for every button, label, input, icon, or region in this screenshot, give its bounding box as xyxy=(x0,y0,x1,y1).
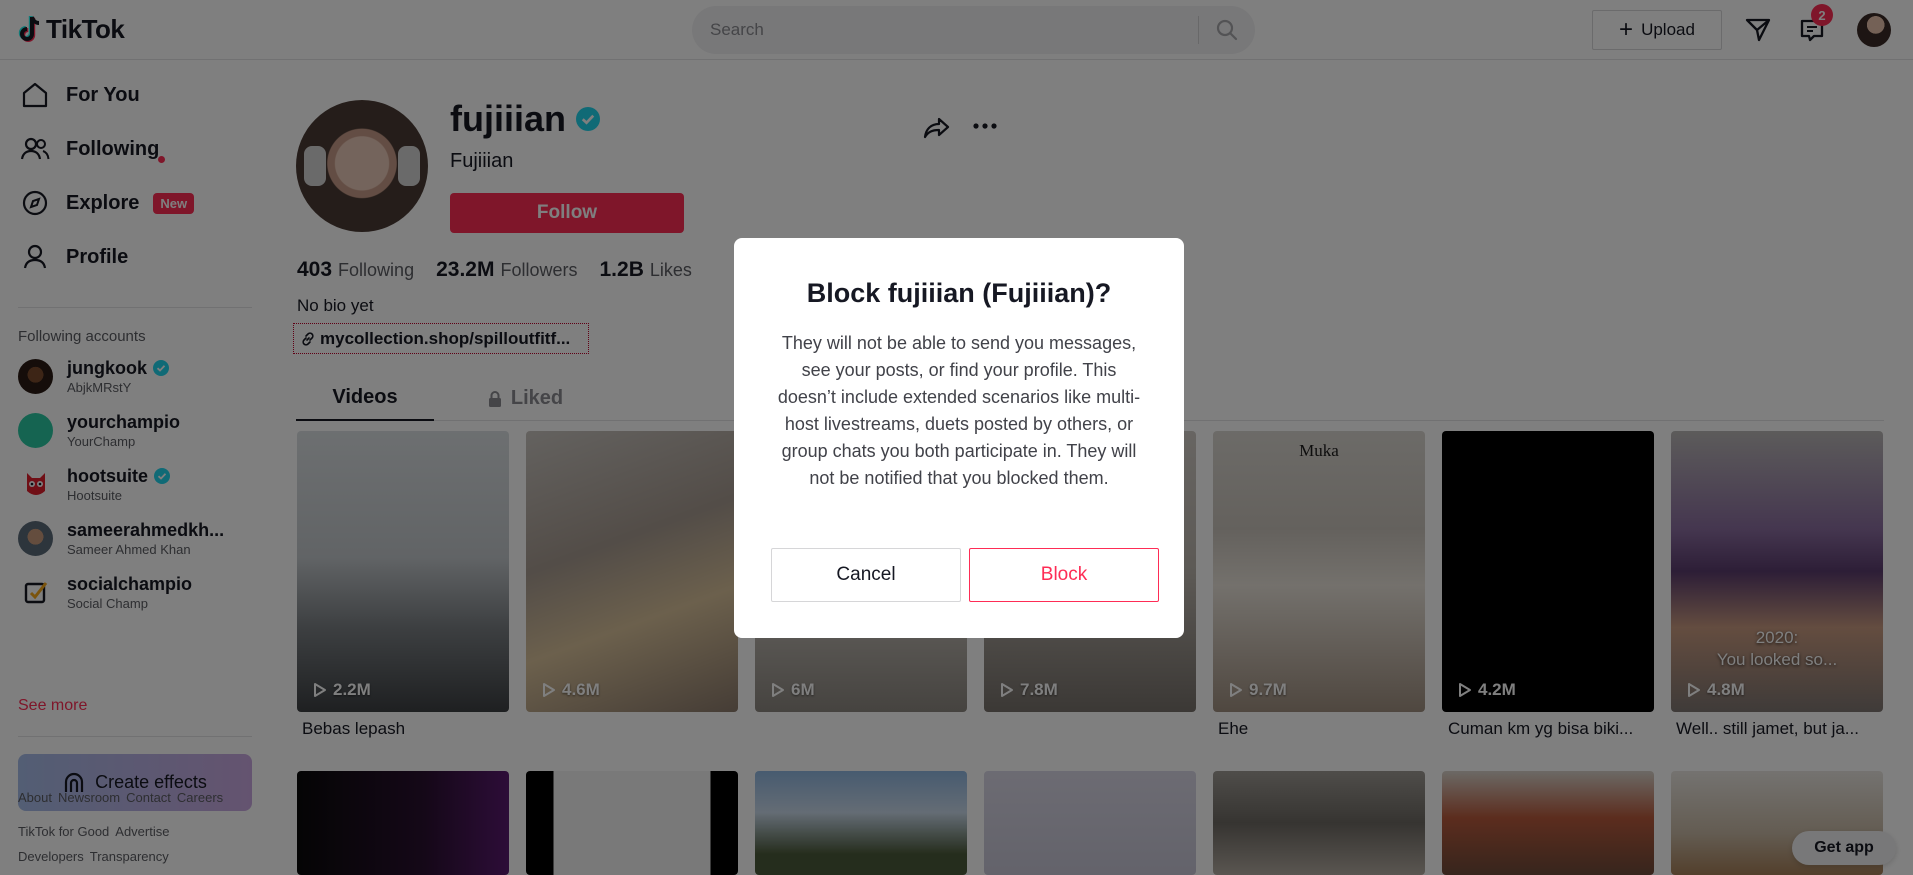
dialog-body: They will not be able to send you messag… xyxy=(777,333,1141,488)
cancel-button[interactable]: Cancel xyxy=(771,548,961,602)
dialog-title: Block fujiiian (Fujiiian)? xyxy=(806,278,1112,308)
block-dialog: Block fujiiian (Fujiiian)? They will not… xyxy=(734,238,1184,638)
block-button[interactable]: Block xyxy=(969,548,1159,602)
